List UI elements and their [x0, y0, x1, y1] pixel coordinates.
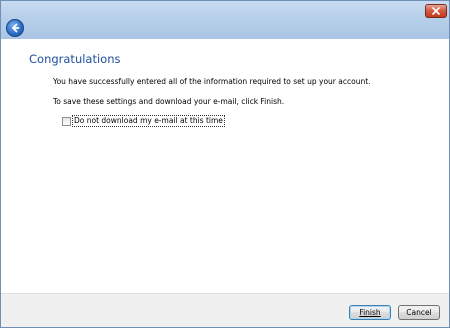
back-button[interactable] — [6, 19, 24, 37]
cancel-button-label: Cancel — [406, 308, 432, 317]
do-not-download-checkbox[interactable] — [62, 116, 71, 126]
button-bar: Finish Cancel — [1, 293, 449, 327]
finish-button-label: Finish — [359, 308, 381, 317]
title-bar — [1, 1, 449, 39]
setup-wizard-window: Congratulations You have successfully en… — [0, 0, 450, 328]
close-x-icon — [432, 7, 440, 15]
cancel-button[interactable]: Cancel — [398, 305, 440, 320]
page-title: Congratulations — [29, 52, 121, 66]
do-not-download-label[interactable]: Do not download my e-mail at this time — [72, 115, 225, 127]
do-not-download-option[interactable]: Do not download my e-mail at this time — [62, 115, 225, 127]
instruction-text: To save these settings and download your… — [53, 97, 285, 106]
finish-button[interactable]: Finish — [349, 305, 391, 320]
content-area: Congratulations You have successfully en… — [1, 39, 449, 293]
success-message: You have successfully entered all of the… — [53, 77, 371, 86]
back-arrow-icon — [12, 23, 20, 33]
close-button[interactable] — [425, 4, 447, 18]
